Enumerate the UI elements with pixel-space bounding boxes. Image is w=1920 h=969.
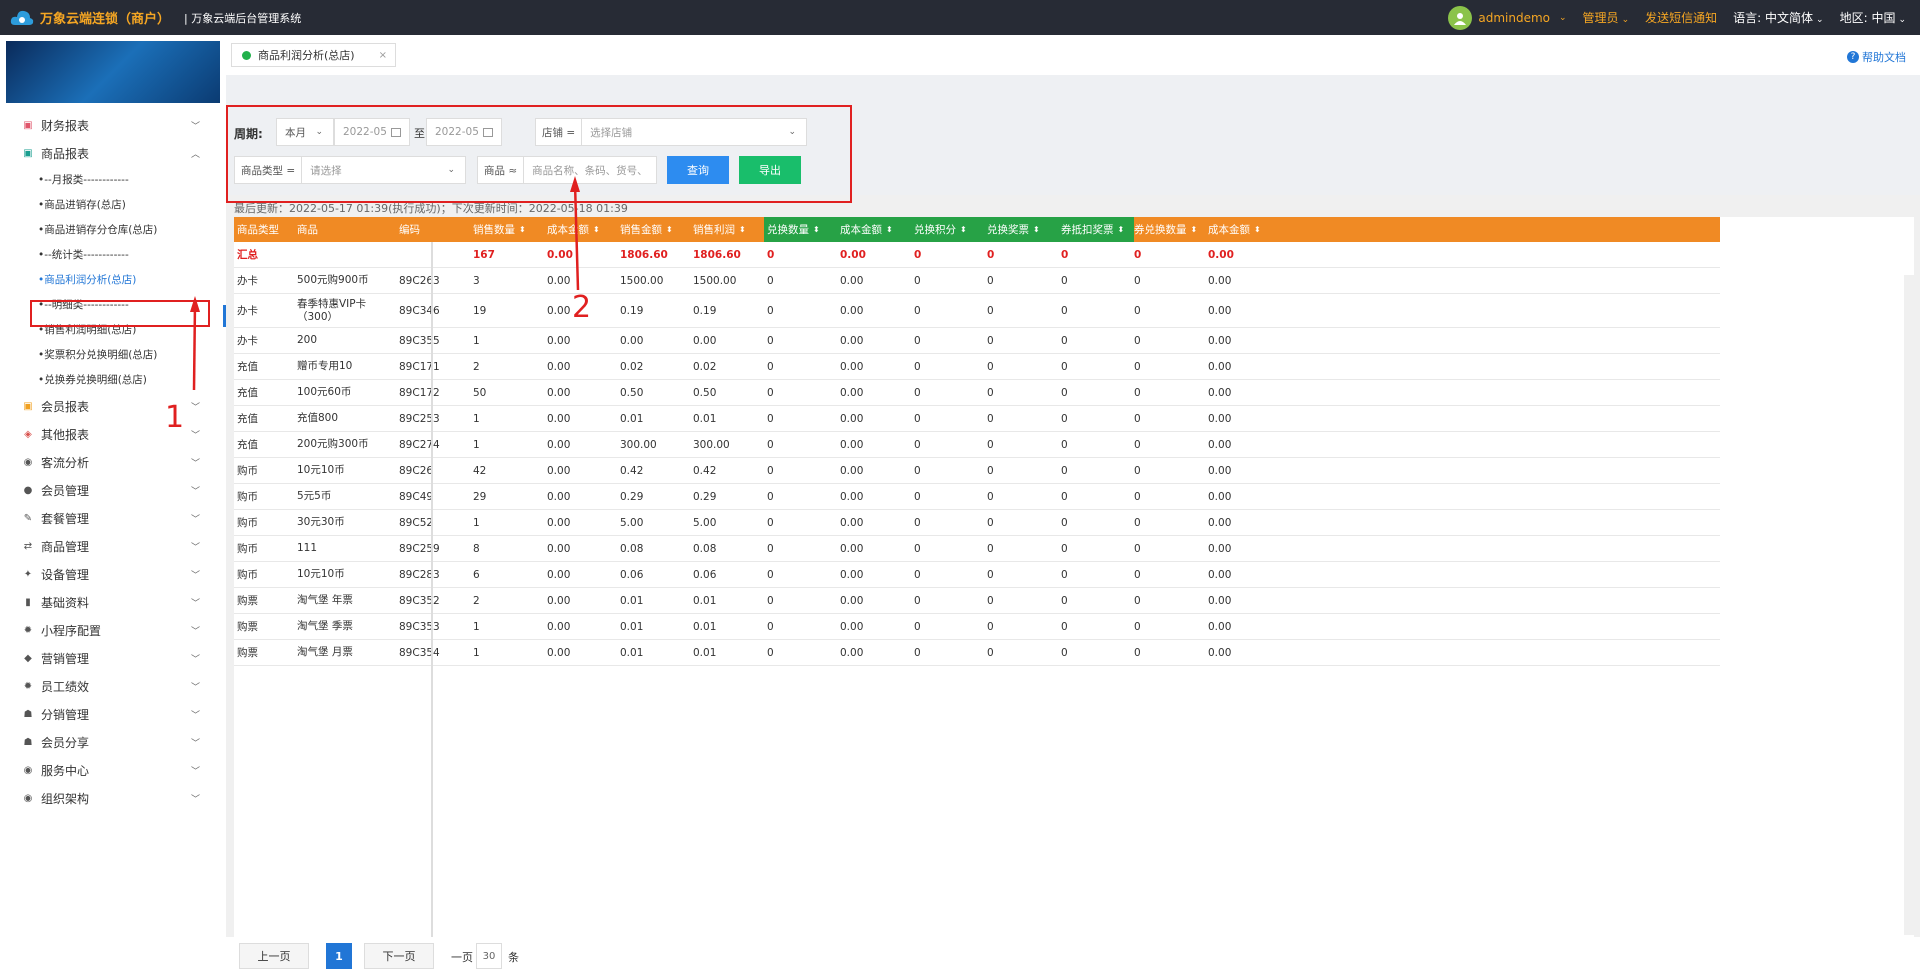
arrow-head-icon bbox=[190, 296, 200, 312]
annotation-number-2: 2 bbox=[572, 290, 592, 325]
annotation-number-1: 1 bbox=[165, 400, 185, 435]
annotation-arrows bbox=[190, 176, 580, 391]
annotation-arrow-1 bbox=[192, 302, 197, 391]
arrow-head-icon bbox=[570, 176, 580, 192]
annotation-arrow-2 bbox=[573, 182, 580, 291]
